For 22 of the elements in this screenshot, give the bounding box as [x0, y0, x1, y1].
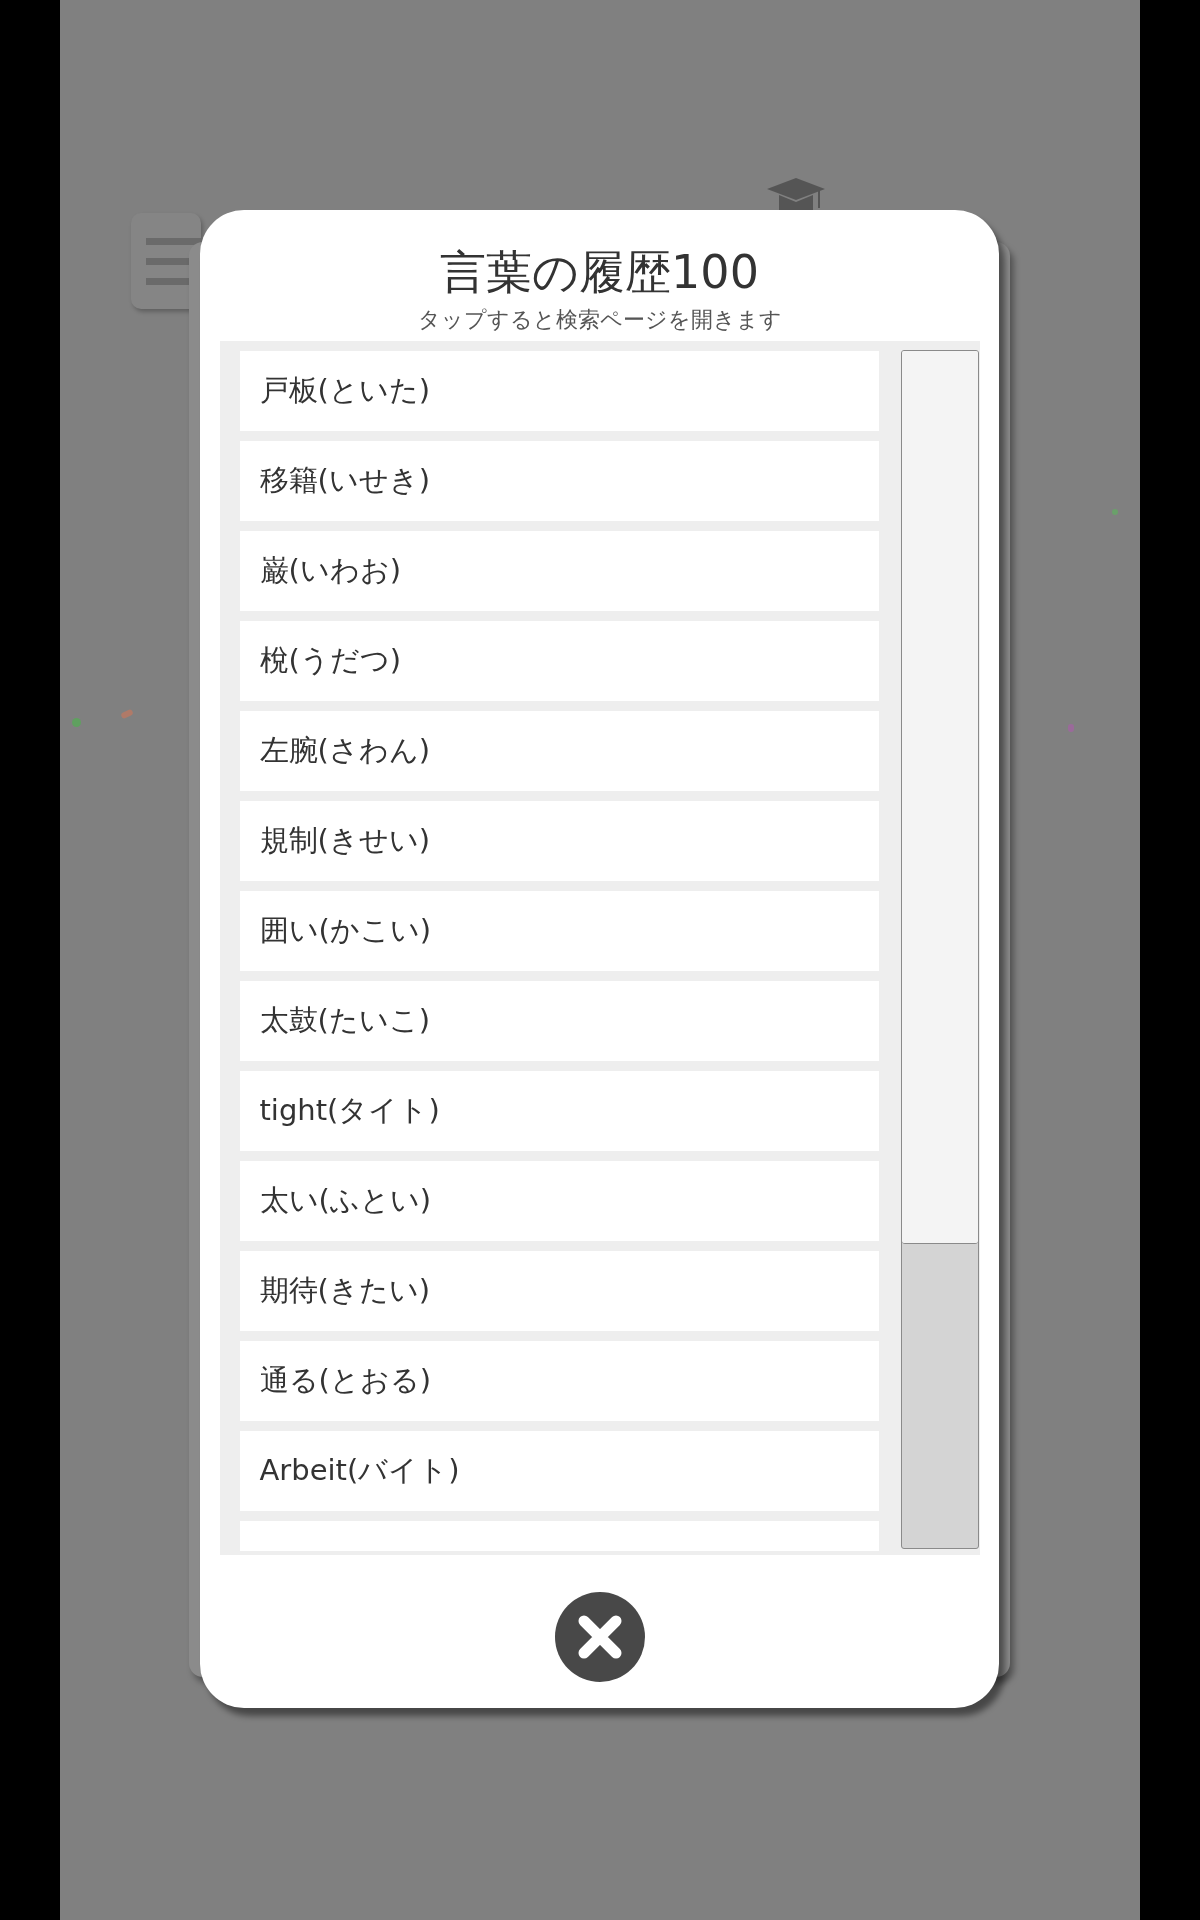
- list-item[interactable]: 太い(ふとい): [239, 1161, 879, 1241]
- dialog-title: 言葉の履歴100: [440, 244, 759, 300]
- confetti-icon: [72, 718, 81, 727]
- list-item[interactable]: 左腕(さわん): [239, 711, 879, 791]
- list-item[interactable]: 規制(きせい): [239, 801, 879, 881]
- confetti-icon: [1068, 724, 1074, 732]
- scrollbar-thumb[interactable]: [901, 351, 978, 1244]
- list-item[interactable]: 囲い(かこい): [239, 891, 879, 971]
- dialog-subtitle: タップすると検索ページを開きます: [417, 306, 782, 334]
- list-item[interactable]: 通る(とおる): [239, 1341, 879, 1421]
- close-icon: [576, 1614, 623, 1660]
- list-item[interactable]: Arbeit(バイト): [239, 1431, 879, 1511]
- confetti-icon: [120, 708, 134, 720]
- confetti-icon: [1112, 509, 1118, 515]
- list-item[interactable]: 梲(うだつ): [239, 621, 879, 701]
- list-item[interactable]: tight(タイト): [239, 1071, 879, 1151]
- list-item[interactable]: 期待(きたい): [239, 1251, 879, 1331]
- list-item[interactable]: 太鼓(たいこ): [239, 981, 879, 1061]
- graduation-cap-icon: [767, 178, 825, 212]
- list-item[interactable]: 戸板(といた): [239, 351, 879, 431]
- list-item[interactable]: 巌(いわお): [239, 531, 879, 611]
- list-item[interactable]: 移籍(いせき): [239, 441, 879, 521]
